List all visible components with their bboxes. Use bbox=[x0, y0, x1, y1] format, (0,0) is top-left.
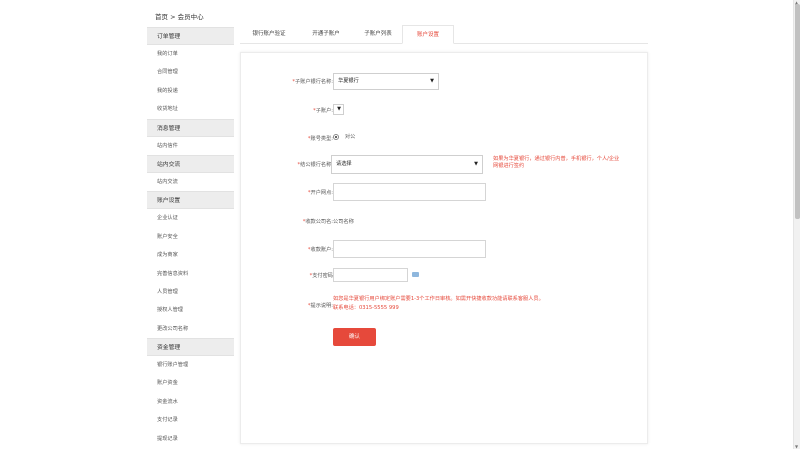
notice-phone: 联系电话：0315-5555 999 bbox=[333, 305, 399, 311]
row-account-type: *账号类型: 对公 bbox=[241, 133, 649, 145]
sidebar-item[interactable]: 人员管理 bbox=[147, 282, 234, 302]
open-bank-label: *开户网点: bbox=[307, 190, 333, 196]
notice-line: 如您是华夏银行用户绑定账户需要1-3个工作日审核。如需开快捷收款功能请联系客服人… bbox=[333, 296, 544, 302]
row-payee-name: *收款公司名: 公司名称 bbox=[241, 217, 649, 229]
form-panel: *子账户银行名称: 华夏银行 ▼ *子账户: ▼ *账号类型: 对公 *结公银行… bbox=[240, 52, 648, 444]
sidebar-item[interactable]: 成为商家 bbox=[147, 246, 234, 265]
pay-password-label: *支付密码 bbox=[309, 273, 333, 279]
row-payee-account: *收款账户: bbox=[241, 240, 649, 260]
sidebar-item[interactable]: 授权人管理 bbox=[147, 301, 234, 320]
payee-account-input[interactable] bbox=[333, 240, 486, 258]
radio-corporate-label: 对公 bbox=[344, 134, 356, 140]
sidebar-group-title: 账户设置 bbox=[147, 191, 234, 210]
chevron-down-icon: ▼ bbox=[430, 78, 434, 84]
sidebar-item[interactable]: 账户安全 bbox=[147, 227, 234, 247]
sidebar-item[interactable]: 账户资金 bbox=[147, 374, 234, 393]
confirm-button[interactable]: 确认 bbox=[333, 328, 376, 346]
sub-account-label: *子账户: bbox=[313, 108, 333, 114]
notice-label: *提示说明: bbox=[307, 303, 333, 309]
payee-name-value: 公司名称 bbox=[333, 219, 354, 225]
tab-account-settings[interactable]: 账户设置 bbox=[402, 25, 454, 44]
row-pay-password: *支付密码 bbox=[241, 268, 649, 282]
bank-select-value: 请选择 bbox=[336, 161, 352, 167]
sidebar-item[interactable]: 支付记录 bbox=[147, 411, 234, 430]
sidebar-item[interactable]: 站内信件 bbox=[147, 136, 234, 155]
sidebar-item[interactable]: 我的投递 bbox=[147, 81, 234, 101]
scrollbar-thumb[interactable] bbox=[795, 4, 800, 219]
sidebar-group-title: 资金管理 bbox=[147, 338, 234, 357]
sidebar-item[interactable]: 企业认证 bbox=[147, 209, 234, 228]
bank-select-label: *结公银行名称: bbox=[297, 162, 333, 168]
open-bank-input[interactable] bbox=[333, 183, 486, 201]
sidebar-item[interactable]: 合同管理 bbox=[147, 63, 234, 82]
payee-account-label: *收款账户: bbox=[307, 247, 333, 253]
sidebar: 订单管理 我的订单 合同管理 我的投递 收货地址 消息管理 站内信件 站内交流 站内交流 账户设置… bbox=[147, 27, 234, 449]
row-open-bank: *开户网点: bbox=[241, 183, 649, 203]
radio-corporate[interactable] bbox=[333, 133, 339, 140]
tab-sub-account-list[interactable]: 子账户列表 bbox=[354, 25, 402, 44]
notice-text: 如您是华夏银行用户绑定账户需要1-3个工作日审核。如需开快捷收款功能请联系客服人… bbox=[333, 296, 633, 312]
sidebar-item[interactable]: 我的订单 bbox=[147, 45, 234, 64]
breadcrumb: 首页 > 会员中心 bbox=[155, 13, 204, 21]
chevron-down-icon: ▼ bbox=[474, 161, 478, 167]
sidebar-item[interactable]: 完善信息资料 bbox=[147, 264, 234, 283]
bank-name-value: 华夏银行 bbox=[338, 78, 359, 84]
row-bank-select: *结公银行名称: 请选择 ▼ 如果为华夏银行，通过银行内普，手机银行，个人/企业… bbox=[241, 155, 649, 175]
row-bank-name: *子账户银行名称: 华夏银行 ▼ bbox=[241, 73, 649, 91]
bank-name-label: *子账户银行名称: bbox=[292, 79, 333, 85]
sidebar-item[interactable]: 更改公司名称 bbox=[147, 319, 234, 339]
tab-bank-verify[interactable]: 银行账户验证 bbox=[240, 25, 298, 44]
account-type-radio-group[interactable]: 对公 bbox=[333, 133, 355, 140]
bank-select-tip: 如果为华夏银行，通过银行内普，手机银行，个人/企业网银进行签约 bbox=[493, 156, 620, 169]
row-sub-account: *子账户: ▼ bbox=[241, 104, 649, 118]
sidebar-item[interactable]: 提现记录 bbox=[147, 429, 234, 449]
row-notice: *提示说明: 如您是华夏银行用户绑定账户需要1-3个工作日审核。如需开快捷收款功… bbox=[241, 296, 649, 316]
tab-open-sub-account[interactable]: 开通子账户 bbox=[298, 25, 354, 44]
sidebar-item[interactable]: 资金流水 bbox=[147, 392, 234, 412]
bank-name-select[interactable]: 华夏银行 ▼ bbox=[333, 73, 439, 90]
sidebar-item[interactable]: 收货地址 bbox=[147, 100, 234, 119]
keyboard-icon[interactable] bbox=[412, 272, 419, 277]
sidebar-item[interactable]: 站内交流 bbox=[147, 172, 234, 192]
tab-bar: 银行账户验证 开通子账户 子账户列表 账户设置 bbox=[240, 25, 648, 44]
scroll-down-icon[interactable]: ▼ bbox=[795, 444, 798, 449]
sidebar-group-title: 站内交流 bbox=[147, 154, 234, 173]
scrollbar[interactable]: ▲ ▼ bbox=[793, 0, 800, 449]
sidebar-item[interactable]: 银行账户管理 bbox=[147, 356, 234, 375]
bank-select[interactable]: 请选择 ▼ bbox=[331, 155, 483, 174]
payee-name-label: *收款公司名: bbox=[302, 219, 333, 225]
page: 首页 > 会员中心 订单管理 我的订单 合同管理 我的投递 收货地址 消息管理 站内信件 站内… bbox=[0, 0, 800, 449]
chevron-down-icon: ▼ bbox=[337, 106, 341, 112]
pay-password-input[interactable] bbox=[333, 268, 408, 282]
account-type-label: *账号类型: bbox=[307, 136, 333, 142]
sidebar-group-title: 消息管理 bbox=[147, 118, 234, 137]
sub-account-select[interactable]: ▼ bbox=[333, 104, 344, 115]
sidebar-group-title: 订单管理 bbox=[147, 27, 234, 45]
